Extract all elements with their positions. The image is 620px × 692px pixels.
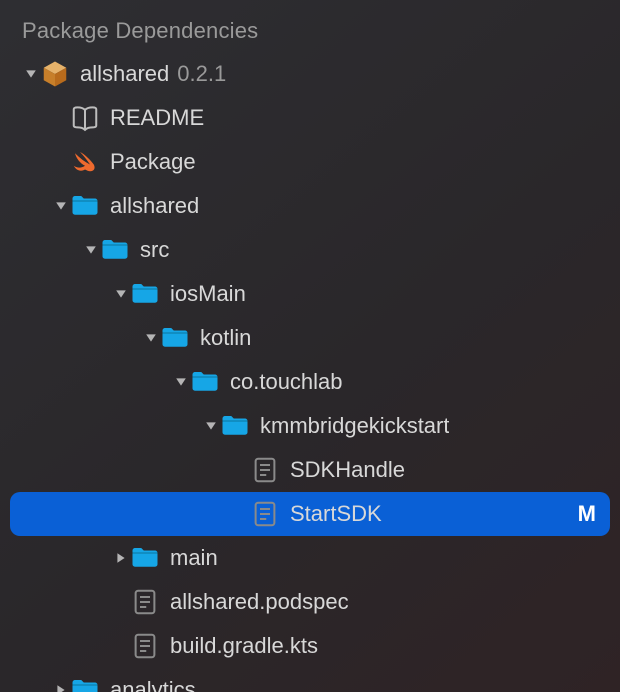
file-icon bbox=[130, 587, 160, 617]
tree-row[interactable]: kotlin bbox=[10, 316, 610, 360]
folder-icon bbox=[70, 675, 100, 692]
tree-row-label: allshared.podspec bbox=[170, 589, 349, 615]
tree-row[interactable]: kmmbridgekickstart bbox=[10, 404, 610, 448]
tree-row-label: StartSDK bbox=[290, 501, 382, 527]
tree-row[interactable]: co.touchlab bbox=[10, 360, 610, 404]
folder-icon bbox=[100, 235, 130, 265]
chevron-down-icon[interactable] bbox=[22, 68, 40, 80]
tree-row-label: Package bbox=[110, 149, 196, 175]
tree-row-label: allshared bbox=[110, 193, 199, 219]
folder-icon bbox=[160, 323, 190, 353]
package-version: 0.2.1 bbox=[177, 61, 226, 87]
chevron-down-icon[interactable] bbox=[112, 288, 130, 300]
chevron-down-icon[interactable] bbox=[52, 200, 70, 212]
tree-row[interactable]: src bbox=[10, 228, 610, 272]
tree-row[interactable]: main bbox=[10, 536, 610, 580]
tree-row[interactable]: Package bbox=[10, 140, 610, 184]
folder-icon bbox=[190, 367, 220, 397]
file-icon bbox=[250, 499, 280, 529]
tree-row-label: allshared bbox=[80, 61, 169, 87]
chevron-right-icon[interactable] bbox=[112, 552, 130, 564]
chevron-down-icon[interactable] bbox=[172, 376, 190, 388]
folder-icon bbox=[130, 279, 160, 309]
tree-row[interactable]: allshared bbox=[10, 184, 610, 228]
tree-row[interactable]: allshared 0.2.1 bbox=[10, 52, 610, 96]
file-tree: allshared 0.2.1 README Package allshared … bbox=[0, 52, 620, 692]
tree-row-label: build.gradle.kts bbox=[170, 633, 318, 659]
tree-row-label: main bbox=[170, 545, 218, 571]
section-title-label: Package Dependencies bbox=[22, 18, 258, 43]
chevron-down-icon[interactable] bbox=[82, 244, 100, 256]
tree-row[interactable]: allshared.podspec bbox=[10, 580, 610, 624]
tree-row-label: SDKHandle bbox=[290, 457, 405, 483]
tree-row[interactable]: build.gradle.kts bbox=[10, 624, 610, 668]
tree-row-label: kmmbridgekickstart bbox=[260, 413, 449, 439]
swift-icon bbox=[70, 147, 100, 177]
file-icon bbox=[130, 631, 160, 661]
tree-row-label: analytics bbox=[110, 677, 196, 692]
folder-icon bbox=[70, 191, 100, 221]
tree-row-label: co.touchlab bbox=[230, 369, 343, 395]
tree-row-label: README bbox=[110, 105, 204, 131]
folder-icon bbox=[130, 543, 160, 573]
tree-row-label: kotlin bbox=[200, 325, 251, 351]
tree-row[interactable]: README bbox=[10, 96, 610, 140]
package-icon bbox=[40, 59, 70, 89]
tree-row-label: iosMain bbox=[170, 281, 246, 307]
tree-row[interactable]: analytics bbox=[10, 668, 610, 692]
section-header: Package Dependencies bbox=[0, 0, 620, 52]
file-icon bbox=[250, 455, 280, 485]
chevron-right-icon[interactable] bbox=[52, 684, 70, 692]
tree-row[interactable]: iosMain bbox=[10, 272, 610, 316]
tree-row[interactable]: SDKHandle bbox=[10, 448, 610, 492]
chevron-down-icon[interactable] bbox=[202, 420, 220, 432]
tree-row-label: src bbox=[140, 237, 169, 263]
readme-icon bbox=[70, 103, 100, 133]
vcs-status-badge: M bbox=[578, 501, 596, 527]
chevron-down-icon[interactable] bbox=[142, 332, 160, 344]
tree-row[interactable]: StartSDK M bbox=[10, 492, 610, 536]
folder-icon bbox=[220, 411, 250, 441]
